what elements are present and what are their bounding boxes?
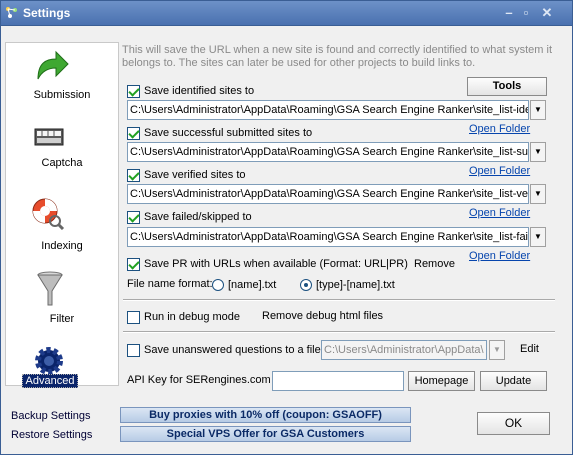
sidebar-item-label: Captcha (41, 157, 83, 169)
save-submitted-checkbox[interactable] (127, 126, 140, 140)
save-identified-checkbox[interactable] (127, 84, 140, 98)
divider (123, 299, 555, 301)
format-type-name-option[interactable]: [type]-[name].txt (300, 277, 395, 293)
save-identified-row[interactable]: Save identified sites to (127, 83, 254, 99)
funnel-icon (37, 271, 63, 306)
format-type-name-radio-label: [type]-[name].txt (316, 279, 395, 291)
divider (123, 331, 555, 333)
save-failed-label: Save failed/skipped to (144, 211, 252, 223)
save-submitted-row[interactable]: Save successful submitted sites to (127, 125, 312, 141)
minimize-icon[interactable]: – (501, 5, 517, 21)
sidebar-item-submission[interactable]: Submission (6, 49, 118, 117)
verified-path-field[interactable]: C:\Users\Administrator\AppData\Roaming\G… (127, 184, 529, 204)
unanswered-path-field[interactable]: C:\Users\Administrator\AppData\ (321, 340, 487, 360)
save-pr-checkbox[interactable] (127, 257, 140, 271)
settings-window: Settings – ▫ ✕ Submission Captcha Indexi… (0, 0, 573, 455)
backup-settings-link[interactable]: Backup Settings (11, 410, 91, 422)
open-folder-link-failed-2[interactable]: Open Folder (469, 250, 530, 262)
sidebar-item-filter[interactable]: Filter (6, 271, 118, 333)
save-verified-checkbox[interactable] (127, 168, 140, 182)
file-name-format-label: File name format: (127, 278, 213, 290)
title-bar[interactable]: Settings – ▫ ✕ (1, 1, 572, 25)
format-name-radio[interactable] (212, 279, 224, 291)
sidebar-item-label: Indexing (41, 240, 83, 252)
verified-dropdown-button[interactable]: ▼ (530, 184, 546, 204)
sidebar: Submission Captcha Indexing Filter Advan… (5, 42, 119, 388)
sidebar-item-label: Filter (49, 313, 75, 325)
open-folder-link-verified[interactable]: Open Folder (469, 165, 530, 177)
save-pr-label: Save PR with URLs when available (Format… (144, 258, 408, 270)
keyboard-icon (34, 128, 64, 146)
debug-checkbox[interactable] (127, 310, 140, 324)
unanswered-dropdown-button[interactable]: ▼ (489, 340, 505, 360)
save-failed-checkbox[interactable] (127, 210, 140, 224)
sidebar-item-label: Submission (33, 89, 91, 101)
failed-path-field[interactable]: C:\Users\Administrator\AppData\Roaming\G… (127, 227, 529, 247)
edit-unanswered-link[interactable]: Edit (520, 343, 539, 355)
open-folder-link-failed[interactable]: Open Folder (469, 207, 530, 219)
sidebar-item-indexing[interactable]: Indexing (6, 196, 118, 258)
update-button[interactable]: Update (480, 371, 547, 391)
identified-path-field[interactable]: C:\Users\Administrator\AppData\Roaming\G… (127, 100, 529, 120)
save-pr-row[interactable]: Save PR with URLs when available (Format… (127, 256, 408, 272)
save-failed-row[interactable]: Save failed/skipped to (127, 209, 252, 225)
submitted-path-field[interactable]: C:\Users\Administrator\AppData\Roaming\G… (127, 142, 529, 162)
restore-settings-link[interactable]: Restore Settings (11, 429, 92, 441)
buy-proxies-banner[interactable]: Buy proxies with 10% off (coupon: GSAOFF… (120, 407, 411, 423)
green-arrow-icon (37, 50, 69, 80)
app-icon (6, 7, 17, 18)
sidebar-item-captcha[interactable]: Captcha (6, 127, 118, 185)
sidebar-item-label: Advanced (22, 374, 78, 388)
tools-button[interactable]: Tools (467, 77, 547, 96)
identified-dropdown-button[interactable]: ▼ (530, 100, 546, 120)
maximize-icon[interactable]: ▫ (518, 5, 534, 21)
api-key-input[interactable] (272, 371, 404, 391)
sidebar-item-advanced[interactable]: Advanced (6, 346, 118, 388)
submitted-dropdown-button[interactable]: ▼ (530, 142, 546, 162)
remove-debug-files-link[interactable]: Remove debug html files (262, 310, 383, 322)
save-verified-row[interactable]: Save verified sites to (127, 167, 246, 183)
vps-offer-banner[interactable]: Special VPS Offer for GSA Customers (120, 426, 411, 442)
format-name-option[interactable]: [name].txt (212, 277, 276, 293)
api-key-label: API Key for SERengines.com (127, 374, 271, 386)
open-folder-link-submitted[interactable]: Open Folder (469, 123, 530, 135)
intro-text: This will save the URL when a new site i… (122, 44, 553, 69)
debug-label: Run in debug mode (144, 311, 241, 323)
failed-dropdown-button[interactable]: ▼ (530, 227, 546, 247)
save-submitted-label: Save successful submitted sites to (144, 127, 313, 139)
window-title: Settings (23, 6, 71, 20)
ok-button[interactable]: OK (477, 412, 550, 435)
format-name-radio-label: [name].txt (228, 279, 277, 291)
unanswered-row[interactable]: Save unanswered questions to a file (127, 342, 321, 358)
format-type-name-radio[interactable] (300, 279, 312, 291)
homepage-button[interactable]: Homepage (408, 371, 475, 391)
unanswered-checkbox[interactable] (127, 343, 140, 357)
save-verified-label: Save verified sites to (144, 169, 246, 181)
lifebuoy-icon (32, 198, 65, 230)
dialog-body: Submission Captcha Indexing Filter Advan… (1, 25, 572, 454)
debug-row[interactable]: Run in debug mode (127, 309, 240, 325)
unanswered-label: Save unanswered questions to a file (144, 344, 321, 356)
gear-icon (35, 347, 63, 375)
remove-pr-link[interactable]: Remove (414, 258, 455, 270)
save-identified-label: Save identified sites to (144, 85, 255, 97)
close-icon[interactable]: ✕ (539, 5, 555, 21)
